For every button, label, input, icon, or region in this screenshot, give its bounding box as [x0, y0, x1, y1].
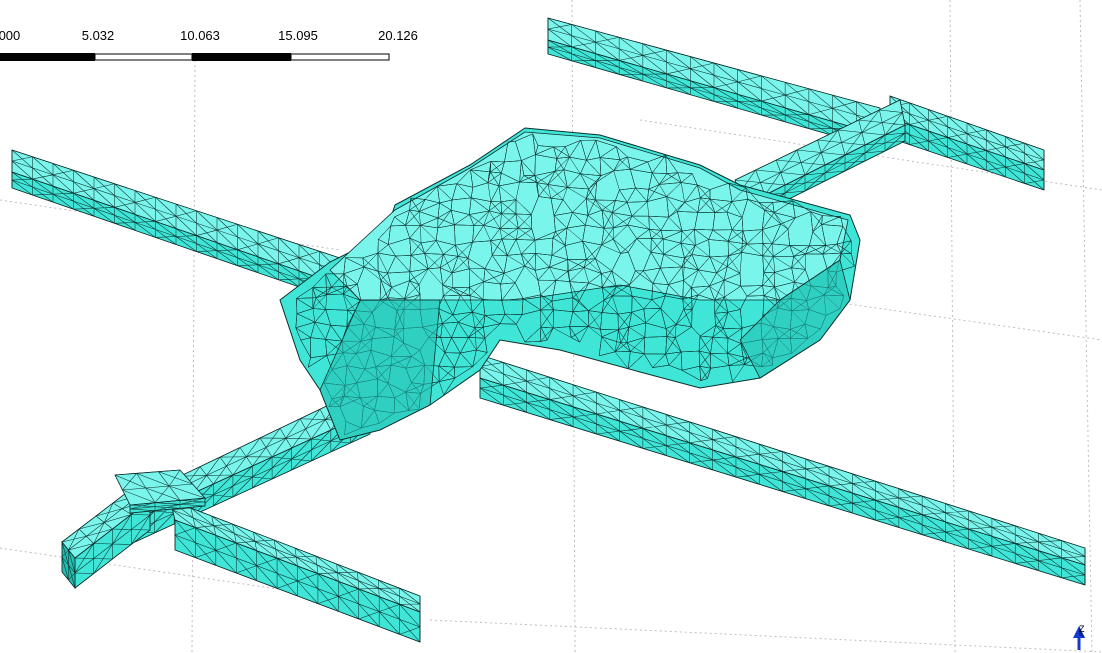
top-bar-upper[interactable] [547, 17, 881, 150]
grid-line [191, 59, 196, 653]
left-arm[interactable] [11, 149, 341, 302]
scale-segment-4 [290, 53, 390, 61]
scale-segment-1 [0, 53, 95, 61]
bottom-cross-right[interactable] [169, 499, 421, 643]
grid-line [429, 619, 1102, 653]
grid-line [819, 299, 1102, 341]
scale-tick-label-1: 5.032 [81, 28, 115, 43]
scale-tick-label-4: 20.126 [378, 28, 418, 43]
scale-segment-2 [94, 53, 193, 61]
scale-tick-label-0: 0.000 [0, 28, 21, 43]
graphics-viewport[interactable]: 0.000 5.032 10.063 15.095 20.126 Z [0, 0, 1102, 653]
top-bar-right[interactable] [889, 95, 1045, 191]
scale-segment-3 [192, 53, 291, 61]
mesh-scene[interactable] [0, 0, 1102, 653]
scale-tick-label-3: 15.095 [278, 28, 318, 43]
right-arm[interactable] [479, 354, 1086, 586]
tetrahedral-mesh-model[interactable] [11, 17, 1086, 643]
z-axis-label: Z [1079, 624, 1085, 634]
grid-line [949, 0, 956, 653]
scale-tick-label-2: 10.063 [180, 28, 220, 43]
